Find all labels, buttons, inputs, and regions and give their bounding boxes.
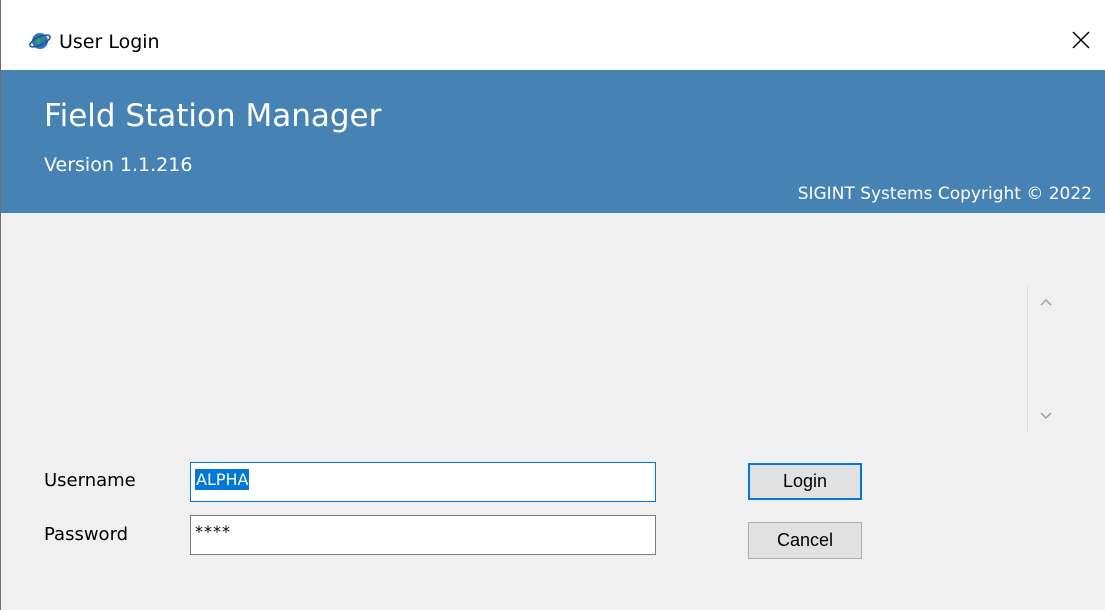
cancel-button[interactable]: Cancel	[748, 522, 862, 559]
login-dialog: User Login Field Station Manager Version…	[0, 0, 1105, 610]
scroll-down-button[interactable]	[1036, 405, 1056, 425]
copyright-label: SIGINT Systems Copyright © 2022	[797, 184, 1092, 204]
chevron-down-icon	[1039, 406, 1053, 425]
version-label: Version 1.1.216	[44, 154, 193, 176]
close-button[interactable]	[1063, 24, 1099, 60]
app-title: Field Station Manager	[44, 98, 382, 134]
globe-icon	[29, 30, 51, 52]
title-bar[interactable]: User Login	[1, 0, 1105, 70]
window-title: User Login	[59, 31, 160, 53]
password-label: Password	[44, 524, 129, 545]
password-value: ****	[195, 522, 231, 541]
header-banner: Field Station Manager Version 1.1.216 SI…	[1, 70, 1105, 213]
vertical-scrollbar[interactable]	[1027, 285, 1065, 432]
username-label: Username	[44, 470, 136, 491]
username-value: ALPHA	[195, 469, 250, 490]
password-field[interactable]: ****	[190, 515, 656, 555]
login-button[interactable]: Login	[748, 463, 862, 500]
close-icon	[1071, 30, 1091, 54]
username-field[interactable]: ALPHA	[190, 462, 656, 502]
chevron-up-icon	[1039, 292, 1053, 311]
scroll-up-button[interactable]	[1036, 291, 1056, 311]
